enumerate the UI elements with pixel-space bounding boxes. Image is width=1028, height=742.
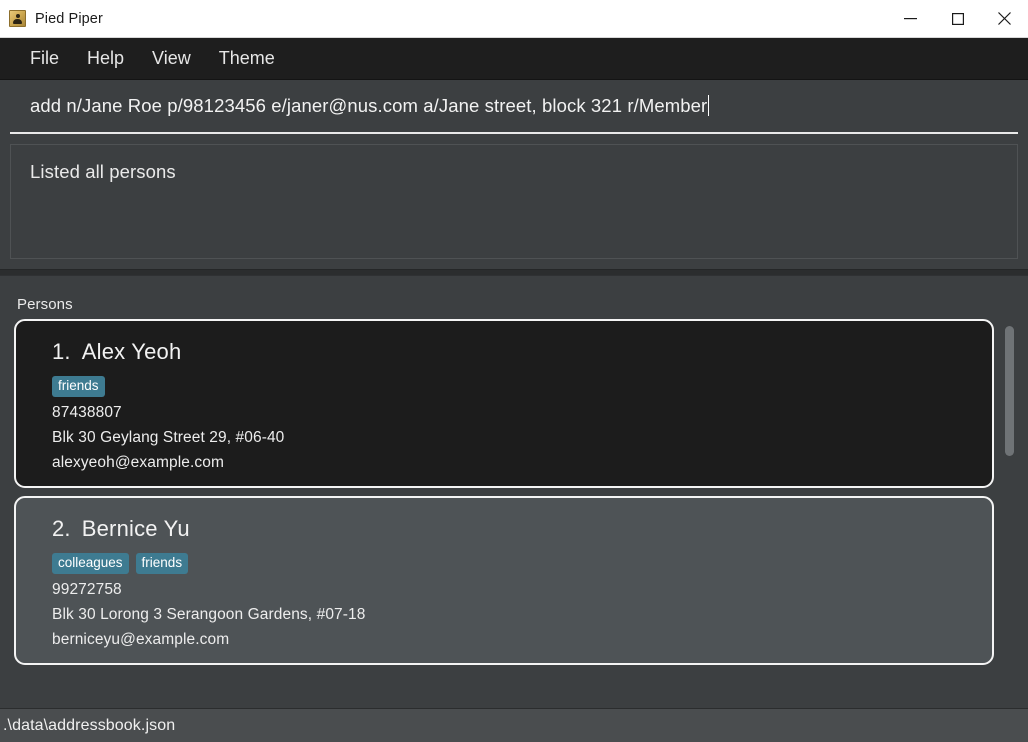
command-input-value: add n/Jane Roe p/98123456 e/janer@nus.co… (10, 95, 710, 117)
person-card-name: Bernice Yu (81, 516, 190, 542)
person-card-index: 1. (52, 339, 71, 364)
minimize-button[interactable] (887, 0, 934, 37)
address-book-icon (9, 10, 26, 27)
maximize-icon (951, 12, 964, 25)
menu-item-file[interactable]: File (16, 45, 73, 73)
result-message: Listed all persons (30, 161, 176, 182)
person-card-title: 1. Alex Yeoh (52, 339, 992, 365)
person-card-email: alexyeoh@example.com (52, 454, 224, 472)
result-display-wrapper: Listed all persons (0, 134, 1028, 259)
person-card-name: Alex Yeoh (81, 339, 182, 364)
person-list-view[interactable]: 1. Alex Yeoh friends 87438807 Blk 30 Gey… (14, 319, 1018, 674)
person-card-tags: colleagues friends (52, 553, 992, 575)
person-card-phone: 99272758 (52, 581, 122, 599)
person-list-region: Persons 1. Alex Yeoh friends 87438807 Bl… (0, 276, 1028, 708)
minimize-icon (904, 18, 917, 20)
command-area: add n/Jane Roe p/98123456 e/janer@nus.co… (0, 80, 1028, 134)
person-card-tags: friends (52, 376, 992, 398)
title-bar: Pied Piper (0, 0, 1028, 38)
person-card-index: 2. (52, 516, 71, 542)
person-card-email: berniceyu@example.com (52, 631, 230, 649)
person-card[interactable]: 2. Bernice Yu colleagues friends 9927275… (14, 496, 994, 666)
tag-badge: friends (135, 553, 189, 575)
command-text: add n/Jane Roe p/98123456 e/janer@nus.co… (30, 95, 708, 116)
scrollbar-thumb[interactable] (1005, 326, 1014, 456)
result-display: Listed all persons (10, 144, 1018, 259)
window-title: Pied Piper (35, 10, 103, 27)
person-card-title: 2. Bernice Yu (52, 516, 992, 542)
person-list-scrollbar[interactable] (1003, 319, 1016, 674)
maximize-button[interactable] (934, 0, 981, 37)
text-caret (708, 95, 710, 116)
close-icon (998, 12, 1011, 25)
menu-bar: File Help View Theme (0, 38, 1028, 80)
title-bar-left: Pied Piper (0, 10, 887, 27)
close-button[interactable] (981, 0, 1028, 37)
person-card[interactable]: 1. Alex Yeoh friends 87438807 Blk 30 Gey… (14, 319, 994, 489)
tag-badge: friends (52, 376, 105, 398)
application-window: Pied Piper File Help View Theme add n/Ja… (0, 0, 1028, 742)
panel-divider (0, 269, 1028, 276)
status-bar: .\data\addressbook.json (0, 708, 1028, 742)
status-bar-file-path: .\data\addressbook.json (3, 716, 176, 734)
menu-item-theme[interactable]: Theme (205, 45, 289, 73)
window-controls (887, 0, 1028, 37)
command-input[interactable]: add n/Jane Roe p/98123456 e/janer@nus.co… (10, 80, 1018, 134)
person-card-address: Blk 30 Geylang Street 29, #06-40 (52, 429, 285, 447)
menu-item-help[interactable]: Help (73, 45, 138, 73)
menu-item-view[interactable]: View (138, 45, 205, 73)
person-card-address: Blk 30 Lorong 3 Serangoon Gardens, #07-1… (52, 606, 366, 624)
tag-badge: colleagues (52, 553, 129, 575)
person-card-phone: 87438807 (52, 404, 122, 422)
person-list-label: Persons (17, 296, 73, 313)
